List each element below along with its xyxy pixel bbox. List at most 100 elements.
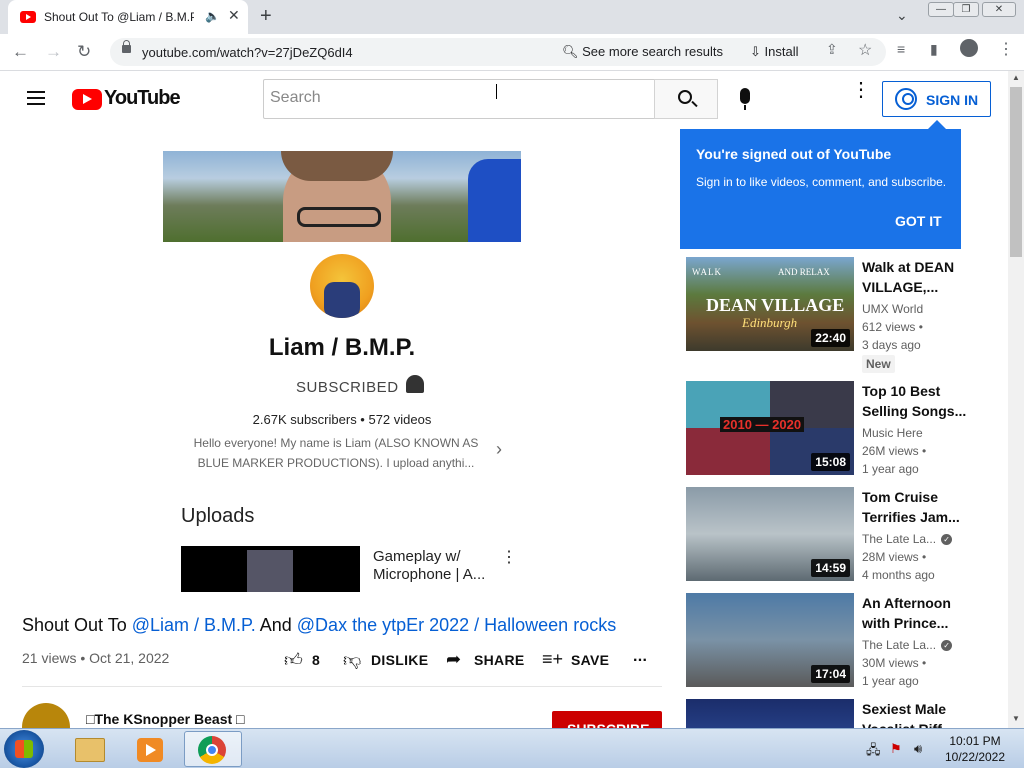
- save-button[interactable]: SAVE: [571, 652, 609, 668]
- explorer-taskbar-button[interactable]: [63, 731, 117, 767]
- bookmark-star-icon[interactable]: ☆: [858, 40, 872, 60]
- video-player[interactable]: Liam / B.M.P. SUBSCRIBED 2.67K subscribe…: [163, 151, 521, 592]
- media-control-icon[interactable]: ≡: [897, 41, 905, 57]
- clock-date: 10/22/2022: [944, 750, 1006, 764]
- rec-title[interactable]: An Afternoon with Prince...: [862, 593, 972, 633]
- like-icon[interactable]: 👍︎: [284, 649, 303, 671]
- dislike-icon[interactable]: 👎︎: [343, 649, 361, 671]
- text-cursor: [496, 84, 499, 99]
- rec-age: 1 year ago: [862, 674, 919, 688]
- rec-title[interactable]: Walk at DEAN VILLAGE,...: [862, 257, 972, 297]
- rec-channel[interactable]: The Late La... ✓: [862, 638, 953, 652]
- search-input[interactable]: Search: [263, 79, 655, 119]
- rec-item[interactable]: 2010 — 2020 15:08 Top 10 Best Selling So…: [686, 381, 986, 481]
- got-it-button[interactable]: GOT IT: [895, 213, 942, 229]
- start-button[interactable]: [4, 730, 44, 768]
- channel-stats: 2.67K subscribers • 572 videos: [252, 412, 432, 427]
- new-tab-button[interactable]: +: [260, 5, 272, 28]
- hair: [281, 151, 393, 181]
- save-playlist-icon[interactable]: ≡+: [542, 649, 563, 670]
- rec-title[interactable]: Sexiest Male Vocalist Riff...: [862, 699, 972, 728]
- scroll-up-arrow-icon[interactable]: ▲: [1012, 73, 1020, 82]
- profile-avatar-icon[interactable]: [960, 39, 978, 57]
- rec-thumbnail[interactable]: [686, 699, 854, 728]
- scroll-down-arrow-icon[interactable]: ▼: [1012, 714, 1020, 723]
- side-panel-icon[interactable]: ▮: [930, 41, 938, 58]
- rec-item[interactable]: Sexiest Male Vocalist Riff...: [686, 699, 986, 728]
- share-arrow-icon[interactable]: ➦: [446, 649, 461, 670]
- owner-name[interactable]: □The KSnopper Beast □: [86, 711, 245, 727]
- lock-icon[interactable]: [122, 40, 131, 53]
- channel-avatar: [310, 254, 374, 318]
- rec-item[interactable]: WALK AND RELAX DEAN VILLAGE Edinburgh 22…: [686, 257, 986, 373]
- youtube-wordmark[interactable]: YouTube: [104, 87, 181, 110]
- windows-logo-icon: [15, 740, 33, 758]
- rec-channel[interactable]: Music Here: [862, 426, 923, 440]
- like-button[interactable]: 8: [312, 652, 320, 668]
- media-player-taskbar-button[interactable]: [123, 731, 177, 767]
- rec-channel[interactable]: UMX World: [862, 302, 923, 316]
- close-window-button[interactable]: ✕: [982, 2, 1016, 17]
- speaker-icon[interactable]: 🔈: [205, 9, 220, 23]
- browser-tab[interactable]: Shout Out To @Liam / B.M.P. 🔈 ✕: [8, 0, 248, 34]
- maximize-button[interactable]: ❐: [953, 2, 979, 17]
- network-icon[interactable]: 🖧︎: [866, 741, 881, 763]
- chrome-taskbar-button[interactable]: [184, 731, 242, 767]
- rec-thumbnail[interactable]: 14:59: [686, 487, 854, 581]
- reload-icon[interactable]: ↻: [77, 42, 91, 62]
- settings-more-icon[interactable]: ⋮: [851, 80, 871, 100]
- duration-badge: 17:04: [811, 665, 850, 683]
- video-title: Shout Out To @Liam / B.M.P. And @Dax the…: [22, 615, 617, 635]
- address-bar[interactable]: youtube.com/watch?v=27jDeZQ6dI4 🔍︎ See m…: [110, 38, 886, 66]
- rec-title[interactable]: Top 10 Best Selling Songs...: [862, 381, 972, 421]
- more-actions-button[interactable]: ...: [633, 648, 647, 666]
- see-more-search-results[interactable]: 🔍︎ See more search results: [562, 44, 723, 60]
- back-arrow-icon[interactable]: ←: [12, 42, 29, 62]
- share-icon[interactable]: ⇪: [826, 41, 838, 58]
- rec-title[interactable]: Tom Cruise Terrifies Jam...: [862, 487, 972, 527]
- tab-search-chevron-icon[interactable]: ⌄: [896, 7, 908, 24]
- mention-link-1[interactable]: @Liam / B.M.P.: [132, 615, 256, 635]
- mention-link-2[interactable]: @Dax the ytpEr 2022 / Halloween rocks: [297, 615, 616, 635]
- install-app-button[interactable]: ⇩ Install: [750, 44, 798, 60]
- subscribed-label: SUBSCRIBED: [296, 379, 399, 396]
- rec-views: 28M views •: [862, 550, 927, 564]
- close-tab-icon[interactable]: ✕: [228, 7, 240, 24]
- scrollbar-thumb[interactable]: [1010, 87, 1022, 257]
- share-button[interactable]: SHARE: [474, 652, 525, 668]
- system-clock[interactable]: 10:01 PM 10/22/2022: [940, 733, 1010, 765]
- sign-in-button[interactable]: SIGN IN: [882, 81, 991, 117]
- popup-subtitle: Sign in to like videos, comment, and sub…: [696, 175, 947, 189]
- action-center-flag-icon[interactable]: ⚑: [890, 741, 902, 757]
- install-icon: ⇩: [750, 44, 765, 59]
- rec-thumbnail[interactable]: 2010 — 2020 15:08: [686, 381, 854, 475]
- youtube-logo-icon[interactable]: [72, 89, 102, 110]
- rec-thumbnail[interactable]: 17:04: [686, 593, 854, 687]
- rec-item[interactable]: 14:59 Tom Cruise Terrifies Jam... The La…: [686, 487, 986, 587]
- rec-thumbnail[interactable]: WALK AND RELAX DEAN VILLAGE Edinburgh 22…: [686, 257, 854, 351]
- folder-icon: [75, 738, 105, 762]
- browser-menu-icon[interactable]: ⋮: [998, 39, 1014, 59]
- search-button[interactable]: [654, 79, 718, 119]
- chrome-icon: [198, 736, 226, 764]
- rec-views: 26M views •: [862, 444, 927, 458]
- url-text[interactable]: youtube.com/watch?v=27jDeZQ6dI4: [142, 45, 353, 60]
- volume-icon[interactable]: 🔊︎: [914, 741, 922, 757]
- channel-name: Liam / B.M.P.: [268, 334, 416, 361]
- browser-toolbar: ← → ↻ youtube.com/watch?v=27jDeZQ6dI4 🔍︎…: [0, 34, 1024, 71]
- minimize-button[interactable]: —: [928, 2, 954, 17]
- forward-arrow-icon[interactable]: →: [45, 42, 62, 62]
- menu-icon[interactable]: [27, 91, 45, 105]
- rec-age: 4 months ago: [862, 568, 935, 582]
- signed-out-popup: You're signed out of YouTube Sign in to …: [680, 120, 961, 249]
- bell-icon: [406, 375, 424, 393]
- dislike-button[interactable]: DISLIKE: [371, 652, 428, 668]
- rec-channel[interactable]: The Late La... ✓: [862, 532, 953, 546]
- browser-tab-strip: Shout Out To @Liam / B.M.P. 🔈 ✕ + ⌄ — ❐ …: [0, 0, 1024, 34]
- microphone-icon[interactable]: [740, 88, 750, 110]
- popup-title: You're signed out of YouTube: [696, 146, 892, 162]
- media-player-icon: [137, 738, 163, 762]
- account-icon: [895, 88, 917, 110]
- new-badge: New: [862, 355, 895, 373]
- rec-item[interactable]: 17:04 An Afternoon with Prince... The La…: [686, 593, 986, 693]
